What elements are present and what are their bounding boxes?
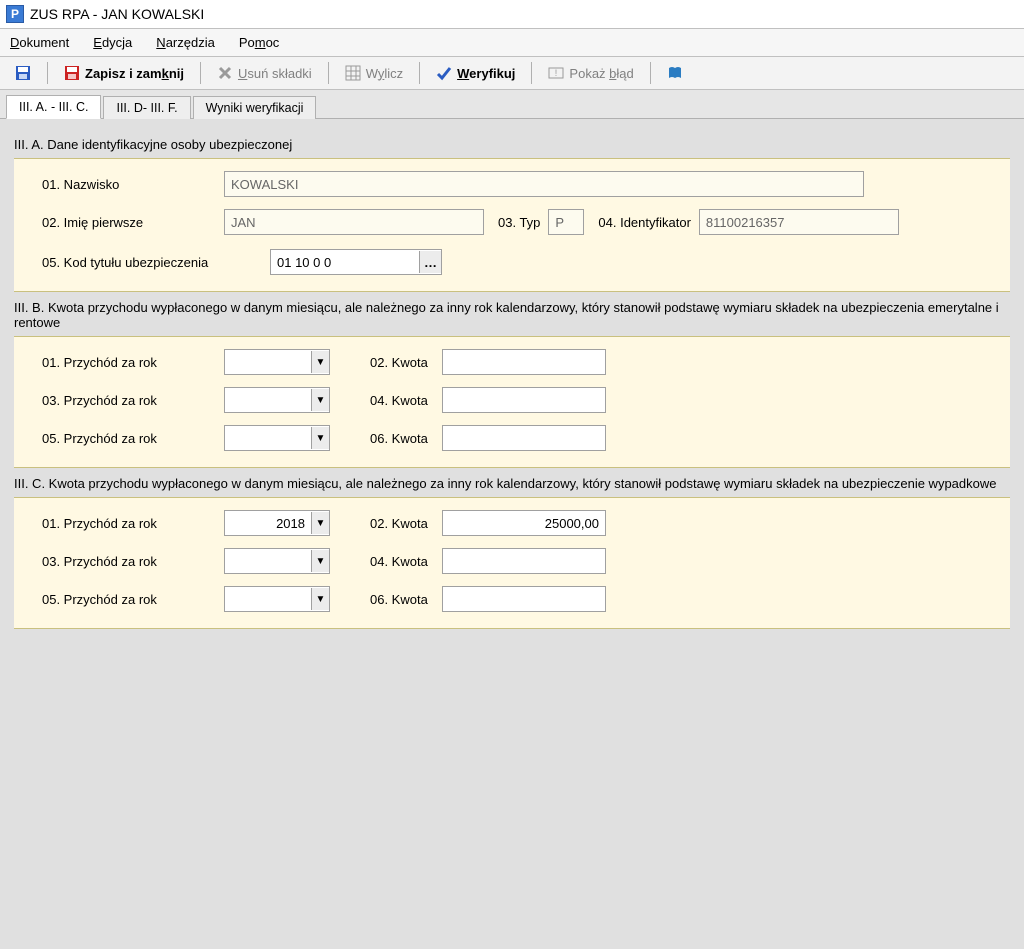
label-b-year1: 01. Przychód za rok bbox=[42, 355, 224, 370]
label-b-year3: 05. Przychód za rok bbox=[42, 431, 224, 446]
input-b-amt3[interactable] bbox=[442, 425, 606, 451]
toolbar: Zapisz i zamknij Usuń składki Wylicz Wer… bbox=[0, 57, 1024, 90]
chevron-down-icon[interactable]: ▼ bbox=[311, 427, 329, 449]
warning-icon: ! bbox=[548, 65, 564, 81]
combo-b-year1[interactable]: ▼ bbox=[224, 349, 330, 375]
label-c-amt3: 06. Kwota bbox=[330, 592, 442, 607]
combo-b-year3[interactable]: ▼ bbox=[224, 425, 330, 451]
label-lastname: 01. Nazwisko bbox=[42, 177, 224, 192]
ellipsis-icon[interactable]: … bbox=[419, 251, 441, 273]
grid-icon bbox=[345, 65, 361, 81]
floppy-icon bbox=[15, 65, 31, 81]
label-firstname: 02. Imię pierwsze bbox=[42, 215, 224, 230]
calc-button[interactable]: Wylicz bbox=[336, 61, 412, 85]
combo-c-year2[interactable]: ▼ bbox=[224, 548, 330, 574]
svg-text:!: ! bbox=[555, 68, 558, 78]
label-b-amt2: 04. Kwota bbox=[330, 393, 442, 408]
section-a-heading: III. A. Dane identyfikacyjne osoby ubezp… bbox=[14, 137, 1010, 152]
toolbar-divider bbox=[531, 62, 532, 84]
chevron-down-icon[interactable]: ▼ bbox=[311, 588, 329, 610]
input-lastname[interactable] bbox=[224, 171, 864, 197]
window-title: ZUS RPA - JAN KOWALSKI bbox=[30, 6, 204, 22]
label-c-year1: 01. Przychód za rok bbox=[42, 516, 224, 531]
label-b-amt1: 02. Kwota bbox=[330, 355, 442, 370]
insurance-code-picker[interactable]: … bbox=[270, 249, 442, 275]
label-b-amt3: 06. Kwota bbox=[330, 431, 442, 446]
label-b-year2: 03. Przychód za rok bbox=[42, 393, 224, 408]
tabstrip: III. A. - III. C. III. D- III. F. Wyniki… bbox=[0, 90, 1024, 119]
input-c-amt1[interactable] bbox=[442, 510, 606, 536]
input-firstname[interactable] bbox=[224, 209, 484, 235]
x-icon bbox=[217, 65, 233, 81]
input-b-year3[interactable] bbox=[225, 427, 311, 449]
delete-button[interactable]: Usuń składki bbox=[208, 61, 321, 85]
check-icon bbox=[436, 65, 452, 81]
toolbar-divider bbox=[419, 62, 420, 84]
input-c-year1[interactable] bbox=[225, 512, 311, 534]
combo-b-year2[interactable]: ▼ bbox=[224, 387, 330, 413]
menu-edycja[interactable]: Edycja bbox=[89, 33, 136, 52]
label-c-amt1: 02. Kwota bbox=[330, 516, 442, 531]
label-insurance-code: 05. Kod tytułu ubezpieczenia bbox=[42, 255, 270, 270]
toolbar-divider bbox=[200, 62, 201, 84]
toolbar-divider bbox=[650, 62, 651, 84]
save-close-button[interactable]: Zapisz i zamknij bbox=[55, 61, 193, 85]
input-b-year1[interactable] bbox=[225, 351, 311, 373]
label-c-amt2: 04. Kwota bbox=[330, 554, 442, 569]
input-insurance-code[interactable] bbox=[271, 251, 419, 273]
section-a-panel: 01. Nazwisko 02. Imię pierwsze 03. Typ 0… bbox=[14, 158, 1010, 292]
chevron-down-icon[interactable]: ▼ bbox=[311, 550, 329, 572]
section-b-heading: III. B. Kwota przychodu wypłaconego w da… bbox=[14, 300, 1010, 330]
chevron-down-icon[interactable]: ▼ bbox=[311, 389, 329, 411]
label-c-year2: 03. Przychód za rok bbox=[42, 554, 224, 569]
show-error-button[interactable]: ! Pokaż błąd bbox=[539, 61, 642, 85]
combo-c-year3[interactable]: ▼ bbox=[224, 586, 330, 612]
label-c-year3: 05. Przychód za rok bbox=[42, 592, 224, 607]
tab-iii-d-f[interactable]: III. D- III. F. bbox=[103, 96, 190, 119]
menu-narzedzia[interactable]: Narzędzia bbox=[152, 33, 219, 52]
menu-dokument[interactable]: Dokument bbox=[6, 33, 73, 52]
section-c-panel: 01. Przychód za rok ▼ 02. Kwota 03. Przy… bbox=[14, 497, 1010, 629]
label-identifier: 04. Identyfikator bbox=[584, 215, 699, 230]
book-icon bbox=[667, 65, 683, 81]
combo-c-year1[interactable]: ▼ bbox=[224, 510, 330, 536]
chevron-down-icon[interactable]: ▼ bbox=[311, 512, 329, 534]
app-icon: P bbox=[6, 5, 24, 23]
label-type: 03. Typ bbox=[484, 215, 548, 230]
menu-pomoc[interactable]: Pomoc bbox=[235, 33, 283, 52]
input-identifier[interactable] bbox=[699, 209, 899, 235]
input-c-year3[interactable] bbox=[225, 588, 311, 610]
input-c-year2[interactable] bbox=[225, 550, 311, 572]
help-icon-button[interactable] bbox=[658, 61, 692, 85]
chevron-down-icon[interactable]: ▼ bbox=[311, 351, 329, 373]
tab-verification-results[interactable]: Wyniki weryfikacji bbox=[193, 96, 317, 119]
section-c-heading: III. C. Kwota przychodu wypłaconego w da… bbox=[14, 476, 1010, 491]
tab-iii-a-c[interactable]: III. A. - III. C. bbox=[6, 95, 101, 119]
input-type[interactable] bbox=[548, 209, 584, 235]
toolbar-divider bbox=[328, 62, 329, 84]
floppy-red-icon bbox=[64, 65, 80, 81]
verify-button[interactable]: Weryfikuj bbox=[427, 61, 524, 85]
input-b-year2[interactable] bbox=[225, 389, 311, 411]
input-c-amt3[interactable] bbox=[442, 586, 606, 612]
titlebar: P ZUS RPA - JAN KOWALSKI bbox=[0, 0, 1024, 28]
input-b-amt1[interactable] bbox=[442, 349, 606, 375]
content-area: III. A. Dane identyfikacyjne osoby ubezp… bbox=[0, 119, 1024, 647]
menubar: Dokument Edycja Narzędzia Pomoc bbox=[0, 28, 1024, 57]
toolbar-divider bbox=[47, 62, 48, 84]
save-icon-button[interactable] bbox=[6, 61, 40, 85]
input-b-amt2[interactable] bbox=[442, 387, 606, 413]
section-b-panel: 01. Przychód za rok ▼ 02. Kwota 03. Przy… bbox=[14, 336, 1010, 468]
input-c-amt2[interactable] bbox=[442, 548, 606, 574]
